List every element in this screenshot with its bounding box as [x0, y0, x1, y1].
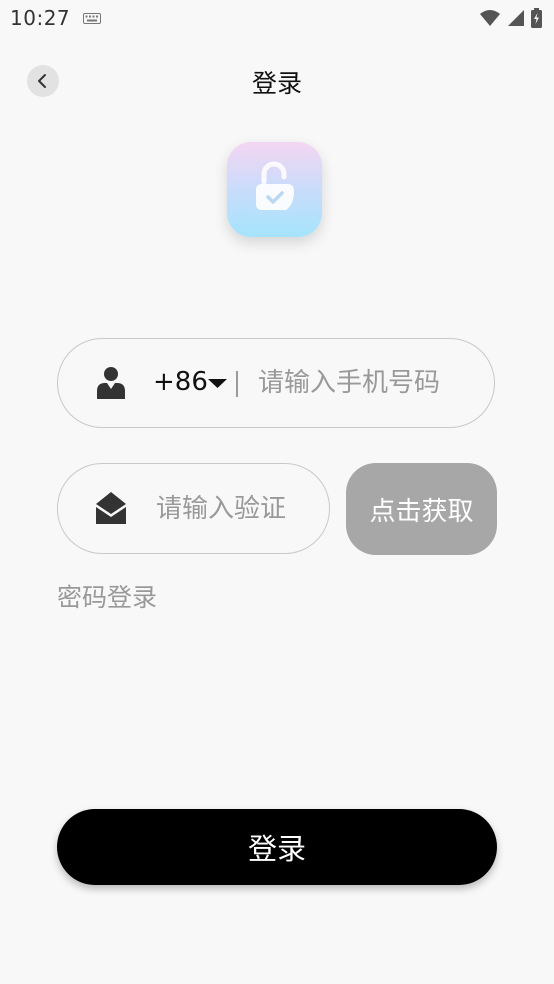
- app-logo: [227, 142, 322, 237]
- wifi-icon: [480, 10, 500, 26]
- password-login-link[interactable]: 密码登录: [57, 578, 157, 614]
- verification-code-input[interactable]: [156, 489, 306, 529]
- field-divider: [236, 371, 238, 397]
- user-icon: [97, 367, 125, 399]
- phone-input[interactable]: [258, 363, 473, 403]
- envelope-open-icon: [96, 492, 126, 524]
- get-code-button[interactable]: 点击获取: [346, 463, 497, 555]
- login-button[interactable]: 登录: [57, 809, 497, 885]
- status-icons: [479, 8, 542, 28]
- page-title: 登录: [251, 69, 302, 98]
- login-screen: 10:27 登录 +86 请输入手机号码 请输入验证 点击获取 密码登录 登录: [0, 0, 554, 984]
- phone-field: +86: [57, 338, 495, 428]
- verification-code-field: [57, 463, 330, 554]
- signal-icon: [508, 10, 524, 26]
- battery-charging-icon: [531, 8, 542, 28]
- keyboard-icon: [83, 13, 101, 24]
- back-button[interactable]: [27, 65, 59, 97]
- unlock-check-icon: [255, 161, 294, 210]
- status-bar: 10:27: [0, 0, 554, 38]
- chevron-left-icon: [38, 74, 46, 88]
- status-time: 10:27: [10, 6, 71, 30]
- country-code-selector[interactable]: +86: [153, 367, 208, 397]
- caret-down-icon[interactable]: [207, 378, 228, 389]
